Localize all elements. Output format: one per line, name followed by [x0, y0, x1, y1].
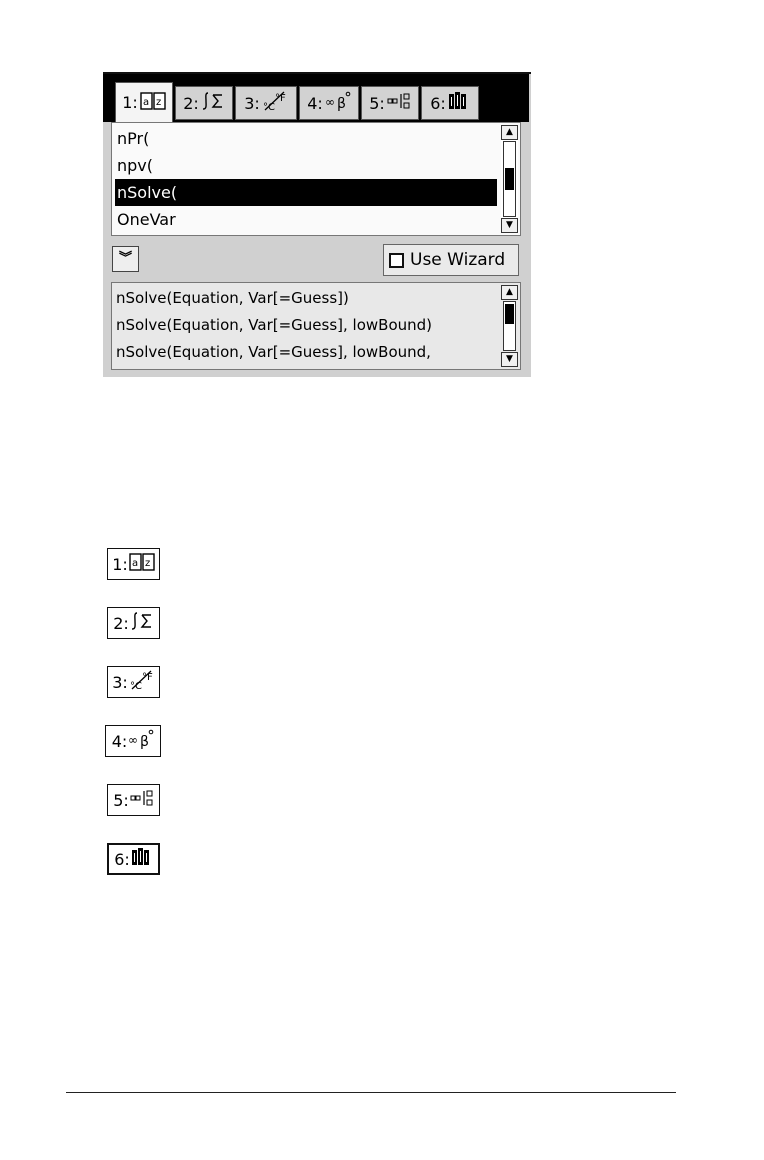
svg-text:°C: °C: [130, 681, 142, 691]
tab-3-units[interactable]: 3: °C °F: [235, 86, 297, 120]
scroll-thumb[interactable]: [505, 304, 514, 324]
svg-text:z: z: [156, 97, 161, 108]
svg-text:z: z: [145, 558, 150, 569]
svg-text:∞: ∞: [325, 95, 335, 109]
tab-number: 6:: [430, 93, 446, 113]
list-item-selected[interactable]: nSolve(: [115, 179, 497, 206]
scroll-down-arrow-icon[interactable]: ▼: [501, 352, 518, 367]
list-scrollbar[interactable]: ▲ ▼: [501, 125, 518, 233]
catalog-dialog: 1: az 2: 3: °C °F 4: ∞ β 5: 6: nPr(npv(…: [103, 72, 531, 377]
expand-chevron-icon[interactable]: ︾: [112, 246, 139, 272]
alphabetical-book-icon: az: [140, 91, 166, 115]
legend-number: 2:: [113, 613, 129, 633]
tab-number: 1:: [122, 93, 138, 112]
svg-text:°F: °F: [275, 93, 286, 104]
svg-text:β: β: [337, 96, 346, 112]
alphabetical-book-icon: az: [129, 552, 155, 576]
catalog-tab-bar: 1: az 2: 3: °C °F 4: ∞ β 5: 6:: [103, 74, 529, 122]
unit-conversion-icon: °C °F: [129, 669, 155, 695]
legend-tab-6: 6:: [107, 843, 160, 875]
tab-4-symbols[interactable]: 4: ∞ β: [299, 86, 359, 120]
infinity-beta-icon: ∞ β: [128, 728, 154, 754]
svg-text:°C: °C: [263, 102, 275, 112]
syntax-scrollbar[interactable]: ▲ ▼: [501, 285, 518, 367]
scroll-track[interactable]: [503, 141, 516, 217]
infinity-beta-icon: ∞ β: [325, 90, 351, 116]
integral-sigma-icon: [201, 91, 225, 115]
legend-tab-5: 5:: [107, 784, 160, 816]
checkbox-box[interactable]: [389, 252, 404, 268]
svg-text:a: a: [143, 97, 149, 108]
list-item[interactable]: OneVar: [115, 206, 497, 233]
legend-tab-4: 4: ∞ β: [105, 725, 161, 757]
svg-text:β: β: [140, 734, 149, 750]
scroll-thumb[interactable]: [505, 168, 514, 190]
scroll-track[interactable]: [503, 301, 516, 351]
scroll-down-arrow-icon[interactable]: ▼: [501, 218, 518, 233]
scroll-up-arrow-icon[interactable]: ▲: [501, 125, 518, 140]
unit-conversion-icon: °C °F: [262, 90, 288, 116]
tab-6-libraries[interactable]: 6:: [421, 86, 479, 120]
legend-tab-2: 2:: [107, 607, 160, 639]
legend-number: 4:: [111, 731, 128, 751]
syntax-line: nSolve(Equation, Var[=Guess], lowBound,: [116, 343, 431, 361]
legend-number: 6:: [114, 849, 130, 869]
list-item[interactable]: nPr(: [115, 125, 497, 152]
use-wizard-checkbox[interactable]: Use Wizard: [383, 244, 519, 276]
tab-5-templates[interactable]: 5:: [361, 86, 419, 120]
template-icon: [130, 788, 154, 812]
syntax-line: nSolve(Equation, Var[=Guess], lowBound): [116, 316, 433, 334]
legend-number: 3:: [112, 672, 128, 692]
tab-1-alphabetical[interactable]: 1: az: [115, 82, 173, 122]
integral-sigma-icon: [130, 611, 154, 635]
syntax-help-box: nSolve(Equation, Var[=Guess]) nSolve(Equ…: [111, 282, 521, 370]
tab-number: 5:: [369, 93, 385, 113]
list-item[interactable]: npv(: [115, 152, 497, 179]
legend-tab-1: 1: az: [107, 548, 160, 580]
svg-text:a: a: [132, 558, 138, 569]
legend-number: 1:: [112, 554, 128, 574]
syntax-line: nSolve(Equation, Var[=Guess]): [116, 289, 349, 307]
command-list: nPr( npv( nSolve( OneVar ▲ ▼: [111, 122, 521, 236]
use-wizard-label: Use Wizard: [410, 250, 506, 270]
scroll-up-arrow-icon[interactable]: ▲: [501, 285, 518, 300]
tab-number: 2:: [183, 93, 199, 113]
legend-number: 5:: [113, 790, 129, 810]
tab-number: 4:: [307, 93, 323, 113]
library-icon: [448, 91, 470, 115]
svg-text:°F: °F: [142, 672, 153, 683]
library-icon: [131, 847, 153, 871]
svg-text:∞: ∞: [128, 733, 138, 747]
legend-tab-3: 3: °C °F: [107, 666, 160, 698]
template-icon: [387, 91, 411, 115]
tab-2-math[interactable]: 2:: [175, 86, 233, 120]
tab-number: 3:: [244, 93, 260, 113]
footer-rule: [66, 1092, 676, 1093]
